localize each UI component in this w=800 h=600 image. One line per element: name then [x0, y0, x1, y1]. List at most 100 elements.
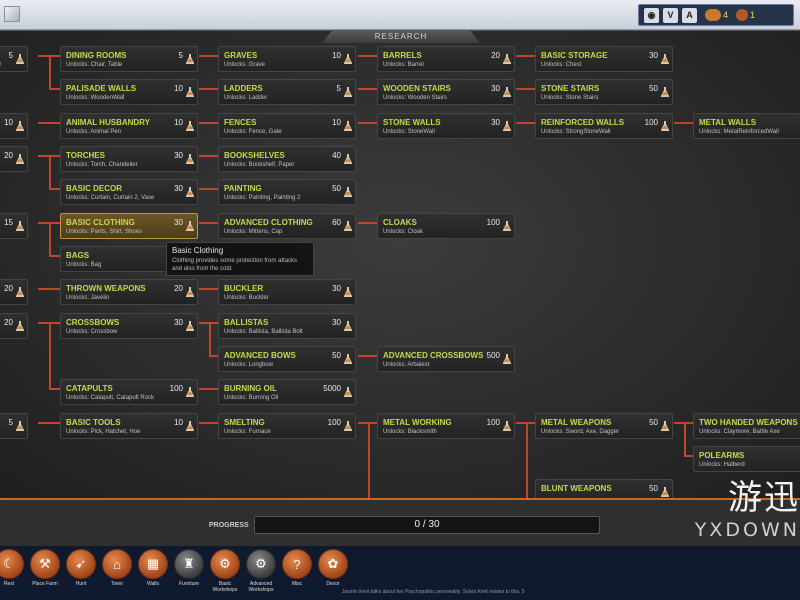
- toolbar-button[interactable]: ☾ Rest: [0, 549, 26, 599]
- research-node[interactable]: METAL WEAPONS Unlocks: Sword, Axe, Dagger…: [535, 413, 673, 439]
- research-node[interactable]: BLUNT WEAPONS 50: [535, 479, 673, 498]
- research-node-cost: 500: [486, 351, 500, 360]
- research-node[interactable]: LADDERS Unlocks: Ladder 5: [218, 79, 356, 105]
- toolbar-button[interactable]: ⚙ Advanced Workshops: [244, 549, 278, 599]
- research-node[interactable]: 10: [0, 113, 28, 139]
- research-node[interactable]: POLEARMS Unlocks: Halberd: [693, 446, 800, 472]
- research-node[interactable]: 15: [0, 213, 28, 239]
- research-node[interactable]: BUCKLER Unlocks: Buckler 30: [218, 279, 356, 305]
- research-node-unlocks: Unlocks: Blacksmith: [383, 429, 437, 435]
- research-node-name: FENCES: [224, 118, 257, 127]
- flask-icon: [344, 118, 352, 131]
- research-node[interactable]: CLOAKS Unlocks: Cloak 100: [377, 213, 515, 239]
- toolbar-button[interactable]: ⚙ Basic Workshops: [208, 549, 242, 599]
- research-node-name: BOOKSHELVES: [224, 151, 285, 160]
- research-node-cost: 10: [4, 118, 13, 127]
- research-node[interactable]: 5: [0, 413, 28, 439]
- connector-line: [358, 122, 377, 124]
- research-node[interactable]: WOODEN STAIRS Unlocks: Wooden Stairs 30: [377, 79, 515, 105]
- research-node-cost: 50: [649, 84, 658, 93]
- hunt-icon: ➹: [66, 549, 96, 579]
- watermark-en: YXDOWN: [694, 519, 800, 541]
- research-node[interactable]: ADVANCED CROSSBOWS Unlocks: Arbalest 500: [377, 346, 515, 372]
- research-node-name: BASIC TOOLS: [66, 418, 121, 427]
- flask-icon: [344, 218, 352, 231]
- research-node[interactable]: BURNING OIL Unlocks: Burning Oil 5000: [218, 379, 356, 405]
- research-node[interactable]: SMELTING Unlocks: Furnace 100: [218, 413, 356, 439]
- research-node[interactable]: 20: [0, 146, 28, 172]
- toolbar-button[interactable]: ♜ Furniture: [172, 549, 206, 599]
- flask-icon: [186, 151, 194, 164]
- flask-icon: [661, 51, 669, 64]
- research-node[interactable]: BASIC CLOTHING Unlocks: Pants, Shirt, Sho…: [60, 213, 198, 239]
- research-node[interactable]: PAINTING Unlocks: Painting, Painting 2 50: [218, 179, 356, 205]
- research-node[interactable]: or 5: [0, 46, 28, 72]
- research-node[interactable]: REINFORCED WALLS Unlocks: StrongStoneWall…: [535, 113, 673, 139]
- toolbar-button[interactable]: ⚒ Place Farm: [28, 549, 62, 599]
- build-toolbar: ☾ Rest ⚒ Place Farm ➹ Hunt ⌂ Town ▦ Walls ♜ Furnitu…: [0, 546, 800, 600]
- research-node-name: CROSSBOWS: [66, 318, 120, 327]
- walls-icon: ▦: [138, 549, 168, 579]
- research-node[interactable]: STONE WALLS Unlocks: StoneWall 30: [377, 113, 515, 139]
- connector-line: [516, 88, 535, 90]
- research-node[interactable]: DINING ROOMS Unlocks: Chair, Table 5: [60, 46, 198, 72]
- research-node[interactable]: CATAPULTS Unlocks: Catapult, Catapult Roc…: [60, 379, 198, 405]
- toolbar-button[interactable]: ➹ Hunt: [64, 549, 98, 599]
- research-node[interactable]: PALISADE WALLS Unlocks: WoodenWall 10: [60, 79, 198, 105]
- connector-line: [674, 122, 693, 124]
- research-node-unlocks: Unlocks: Fence, Gate: [224, 129, 282, 135]
- window-top-bar: ◉ V A 4 1: [0, 0, 800, 30]
- research-node[interactable]: METAL WALLS Unlocks: MetalReinforcedWall: [693, 113, 800, 139]
- research-node[interactable]: METAL WORKING Unlocks: Blacksmith 100: [377, 413, 515, 439]
- research-node[interactable]: TORCHES Unlocks: Torch, Chandelier 30: [60, 146, 198, 172]
- research-node[interactable]: 20: [0, 279, 28, 305]
- research-node[interactable]: ADVANCED CLOTHING Unlocks: Mittens, Cap 60: [218, 213, 356, 239]
- research-node[interactable]: BALLISTAS Unlocks: Ballista, Ballista Bol…: [218, 313, 356, 339]
- toolbar-button[interactable]: ▦ Walls: [136, 549, 170, 599]
- research-node[interactable]: THROWN WEAPONS Unlocks: Javelin 20: [60, 279, 198, 305]
- research-node-name: THROWN WEAPONS: [66, 284, 146, 293]
- research-node[interactable]: STONE STAIRS Unlocks: Stone Stairs 50: [535, 79, 673, 105]
- connector-line: [358, 222, 377, 224]
- research-node[interactable]: BASIC TOOLS Unlocks: Pick, Hatchet, Hoe 10: [60, 413, 198, 439]
- research-node-name: STONE WALLS: [383, 118, 441, 127]
- research-node[interactable]: CROSSBOWS Unlocks: Crossbow 30: [60, 313, 198, 339]
- research-node-name: BARRELS: [383, 51, 422, 60]
- flask-icon: [16, 218, 24, 231]
- window-icon: [4, 6, 20, 22]
- research-node-unlocks: Unlocks: Claymore, Battle Axe: [699, 429, 780, 435]
- research-node-cost: 30: [332, 318, 341, 327]
- connector-line: [684, 422, 686, 457]
- research-node[interactable]: BARRELS Unlocks: Barrel 20: [377, 46, 515, 72]
- research-node[interactable]: BASIC DECOR Unlocks: Curtain, Curtain 2, …: [60, 179, 198, 205]
- eye-icon[interactable]: ◉: [644, 7, 659, 23]
- research-node[interactable]: BOOKSHELVES Unlocks: Bookshelf, Paper 40: [218, 146, 356, 172]
- toolbar-button[interactable]: ? Misc: [280, 549, 314, 599]
- research-node[interactable]: FENCES Unlocks: Fence, Gate 10: [218, 113, 356, 139]
- research-node-name: METAL WORKING: [383, 418, 452, 427]
- research-node[interactable]: 20: [0, 313, 28, 339]
- research-node[interactable]: TWO HANDED WEAPONS Unlocks: Claymore, Bat…: [693, 413, 800, 439]
- research-panel: RESEARCH or510201520205DININ: [0, 30, 800, 498]
- research-node-unlocks: Unlocks: Halberd: [699, 462, 745, 468]
- research-node[interactable]: BASIC STORAGE Unlocks: Chest 30: [535, 46, 673, 72]
- flask-icon: [16, 151, 24, 164]
- v-button[interactable]: V: [663, 7, 678, 23]
- research-node[interactable]: ANIMAL HUSBANDRY Unlocks: Animal Pen 10: [60, 113, 198, 139]
- research-node-cost: 30: [491, 84, 500, 93]
- basic-workshops-icon: ⚙: [210, 549, 240, 579]
- connector-line: [684, 422, 693, 424]
- research-node-unlocks: Unlocks: Furnace: [224, 429, 271, 435]
- connector-line: [38, 422, 60, 424]
- research-node-unlocks: Unlocks: Curtain, Curtain 2, Vase: [66, 195, 155, 201]
- flask-icon: [503, 51, 511, 64]
- flask-icon: [16, 284, 24, 297]
- toolbar-label: Place Farm: [32, 581, 58, 587]
- progress-label: PROGRESS: [209, 522, 249, 529]
- research-node[interactable]: GRAVES Unlocks: Grave 10: [218, 46, 356, 72]
- research-node[interactable]: ADVANCED BOWS Unlocks: Longbow 50: [218, 346, 356, 372]
- toolbar-button[interactable]: ⌂ Town: [100, 549, 134, 599]
- research-node-name: LADDERS: [224, 84, 263, 93]
- a-button[interactable]: A: [682, 7, 697, 23]
- connector-line: [49, 155, 51, 190]
